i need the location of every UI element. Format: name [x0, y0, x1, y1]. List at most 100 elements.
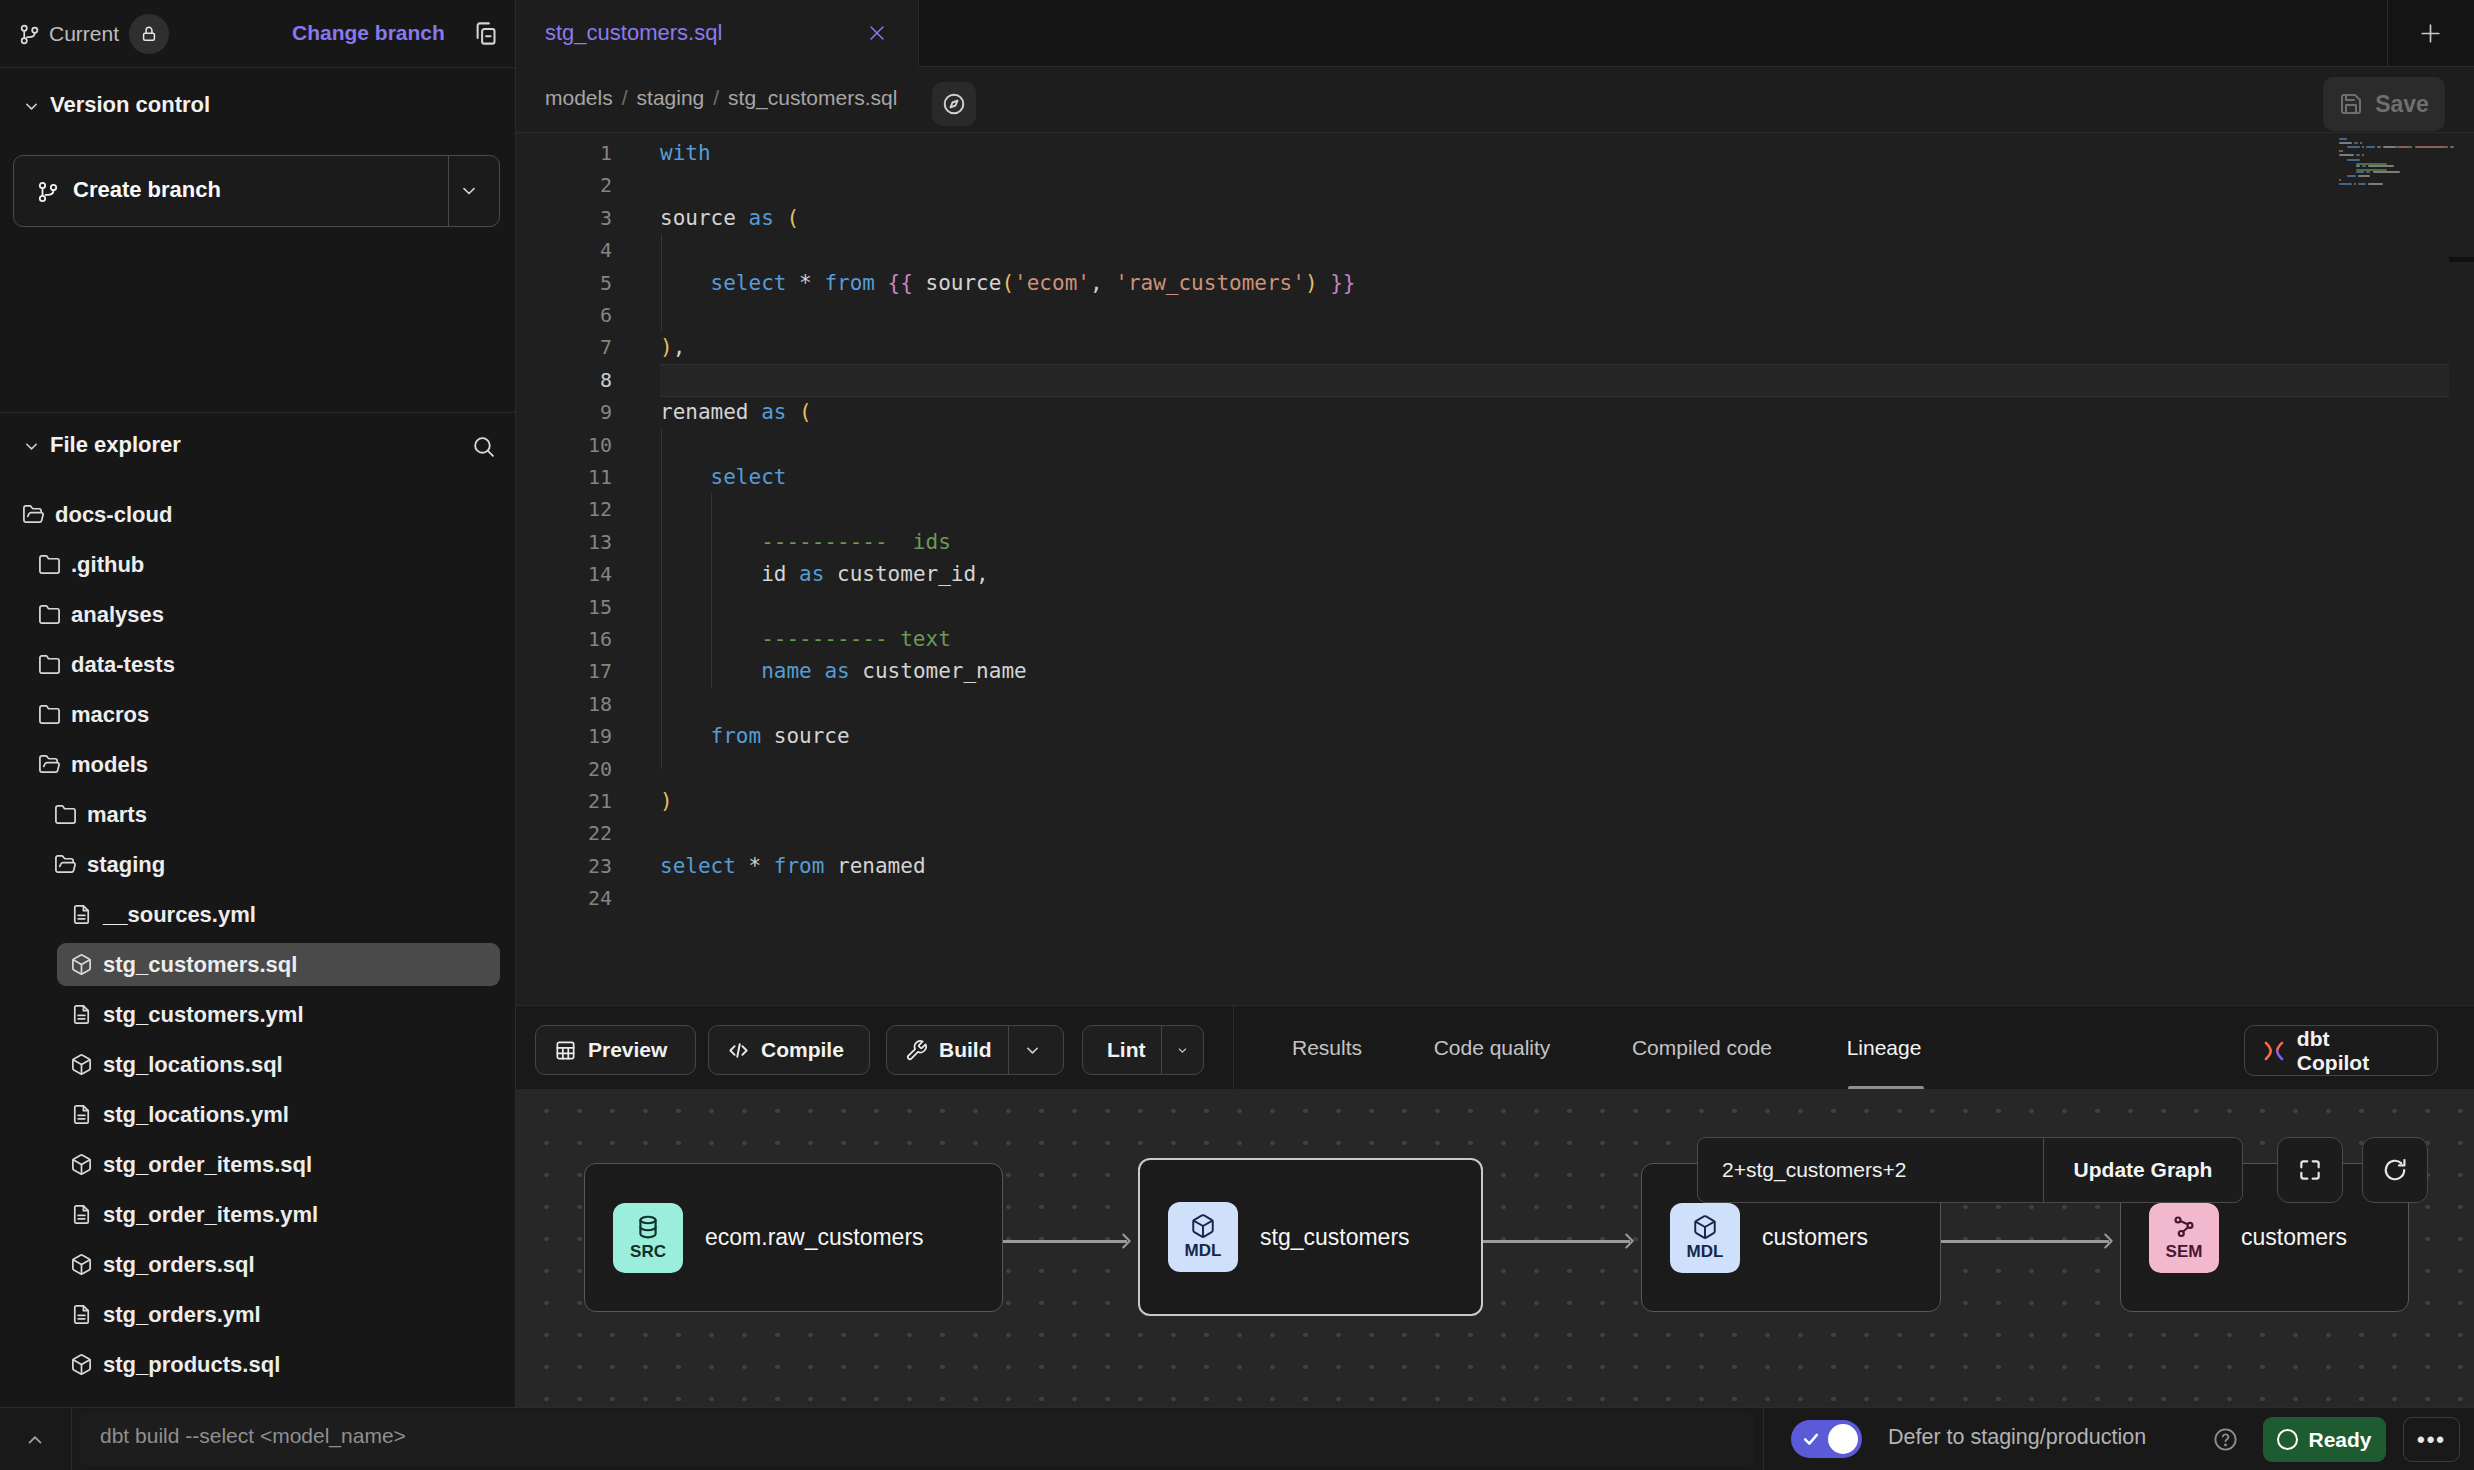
- tab-stg-customers[interactable]: stg_customers.sql: [516, 0, 919, 67]
- line-number: 17: [516, 655, 614, 688]
- line-number: 12: [516, 493, 614, 526]
- model-cube-icon: [70, 953, 93, 976]
- panel-tab-results[interactable]: Results: [1292, 1006, 1362, 1090]
- code-editor[interactable]: 1with23source as (45 select * from {{ so…: [516, 133, 2474, 1005]
- breadcrumb-segment[interactable]: stg_customers.sql: [728, 86, 897, 109]
- dbt-cloud-ide: Current Change branch Version control Cr…: [0, 0, 2474, 1470]
- button-divider: [448, 156, 449, 226]
- lineage-selector-group: 2+stg_customers+2 Update Graph: [1697, 1137, 2243, 1203]
- file-tree-item-staging[interactable]: staging: [41, 843, 500, 886]
- line-number: 24: [516, 882, 614, 915]
- chevron-up-icon[interactable]: [24, 1429, 46, 1451]
- file-tree-item-stg-orders-yml[interactable]: stg_orders.yml: [57, 1293, 500, 1336]
- lineage-node-ecom-raw-customers[interactable]: SRCecom.raw_customers: [584, 1163, 1003, 1312]
- arrowhead-icon: [1618, 1230, 1640, 1252]
- chevron-down-icon[interactable]: [459, 181, 479, 201]
- file-tree-item-stg-order-items-yml[interactable]: stg_order_items.yml: [57, 1193, 500, 1236]
- explore-lineage-icon[interactable]: [932, 82, 976, 126]
- search-icon[interactable]: [471, 434, 496, 459]
- panel-tab-lineage[interactable]: Lineage: [1847, 1006, 1922, 1090]
- file-tree-item-stg-locations-yml[interactable]: stg_locations.yml: [57, 1093, 500, 1136]
- version-control-section-header[interactable]: Version control: [0, 84, 515, 128]
- divider: [1763, 1408, 1764, 1470]
- refresh-button[interactable]: [2362, 1137, 2428, 1203]
- close-icon[interactable]: [866, 22, 888, 44]
- chevron-down-icon: [22, 437, 41, 456]
- file-tree-item-analyses[interactable]: analyses: [25, 593, 500, 636]
- file-tree-item-stg-customers-yml[interactable]: stg_customers.yml: [57, 993, 500, 1036]
- file-tree-item-docs-cloud[interactable]: docs-cloud: [9, 493, 500, 536]
- file-tree-item--github[interactable]: .github: [25, 543, 500, 586]
- arrowhead-icon: [2097, 1230, 2119, 1252]
- copy-icon[interactable]: [472, 20, 499, 47]
- ready-status-button[interactable]: Ready: [2263, 1417, 2386, 1462]
- breadcrumb-segment[interactable]: staging: [637, 86, 705, 109]
- git-branch-icon: [36, 180, 60, 204]
- file-tree-item-stg-order-items-sql[interactable]: stg_order_items.sql: [57, 1143, 500, 1186]
- file-tree-item-stg-orders-sql[interactable]: stg_orders.sql: [57, 1243, 500, 1286]
- save-button[interactable]: Save: [2323, 77, 2445, 131]
- breadcrumb: models/staging/stg_customers.sql: [545, 86, 897, 110]
- create-branch-button[interactable]: Create branch: [13, 155, 500, 227]
- help-icon[interactable]: [2212, 1426, 2239, 1453]
- command-placeholder: dbt build --select <model_name>: [100, 1424, 406, 1448]
- file-tree-item-macros[interactable]: macros: [25, 693, 500, 736]
- line-number: 9: [516, 396, 614, 429]
- file-tree-item-stg-customers-sql[interactable]: stg_customers.sql: [57, 943, 500, 986]
- line-number: 2: [516, 169, 614, 202]
- compile-button[interactable]: Compile: [708, 1025, 870, 1075]
- chevron-down-icon[interactable]: [1023, 1041, 1042, 1060]
- breadcrumb-separator: /: [613, 86, 637, 109]
- fullscreen-button[interactable]: [2277, 1137, 2343, 1203]
- preview-button[interactable]: Preview: [535, 1025, 696, 1075]
- line-number: 11: [516, 461, 614, 494]
- update-graph-button[interactable]: Update Graph: [2044, 1158, 2242, 1182]
- file-tree-item--sources-yml[interactable]: __sources.yml: [57, 893, 500, 936]
- panel-tab-compiled-code[interactable]: Compiled code: [1632, 1006, 1772, 1090]
- file-tree-item-stg-locations-sql[interactable]: stg_locations.sql: [57, 1043, 500, 1086]
- current-line-highlight: [660, 364, 2449, 397]
- more-options-button[interactable]: •••: [2403, 1417, 2460, 1462]
- node-label: customers: [2241, 1224, 2347, 1251]
- dbt-copilot-button[interactable]: dbt Copilot: [2244, 1025, 2438, 1076]
- breadcrumb-row: models/staging/stg_customers.sql Save: [516, 67, 2474, 133]
- sem-icon: [2171, 1214, 2197, 1240]
- button-label: Compile: [761, 1038, 844, 1062]
- file-icon: [70, 1103, 93, 1126]
- file-icon: [70, 1203, 93, 1226]
- minimap[interactable]: [2339, 138, 2452, 198]
- lint-button[interactable]: Lint: [1082, 1025, 1204, 1075]
- file-explorer-section-header[interactable]: File explorer: [0, 424, 515, 468]
- defer-toggle[interactable]: [1791, 1420, 1862, 1458]
- folder-icon: [38, 553, 61, 576]
- current-branch-label: Current: [49, 22, 119, 46]
- file-tree-item-marts[interactable]: marts: [41, 793, 500, 836]
- file-name: data-tests: [71, 652, 175, 678]
- new-tab-button[interactable]: [2418, 21, 2443, 46]
- line-number: 13: [516, 526, 614, 559]
- code-icon: [727, 1039, 750, 1062]
- file-tree-item-data-tests[interactable]: data-tests: [25, 643, 500, 686]
- dbt-copilot-icon: [2261, 1038, 2287, 1064]
- file-tree-item-stg-products-sql[interactable]: stg_products.sql: [57, 1343, 500, 1386]
- line-number: 23: [516, 850, 614, 883]
- build-button[interactable]: Build: [886, 1025, 1064, 1075]
- file-name: marts: [87, 802, 147, 828]
- badge-label: SEM: [2166, 1242, 2203, 1262]
- change-branch-link[interactable]: Change branch: [292, 21, 445, 45]
- file-name: stg_order_items.yml: [103, 1202, 318, 1228]
- breadcrumb-segment[interactable]: models: [545, 86, 613, 109]
- lineage-graph: SRCecom.raw_customers MDLstg_customersMDL…: [516, 1089, 2474, 1407]
- folder-open-icon: [54, 853, 77, 876]
- lineage-selector-input[interactable]: 2+stg_customers+2: [1698, 1158, 2043, 1182]
- file-tree-item-models[interactable]: models: [25, 743, 500, 786]
- file-name: analyses: [71, 602, 164, 628]
- file-name: stg_products.sql: [103, 1352, 280, 1378]
- chevron-down-icon[interactable]: [1176, 1041, 1189, 1060]
- panel-tab-code-quality[interactable]: Code quality: [1434, 1006, 1551, 1090]
- lineage-node-stg-customers[interactable]: MDLstg_customers: [1138, 1158, 1483, 1316]
- cube-icon: [1692, 1214, 1718, 1240]
- chevron-down-icon: [22, 97, 41, 116]
- cube-icon: [1190, 1213, 1216, 1239]
- mdl-badge: MDL: [1168, 1202, 1238, 1272]
